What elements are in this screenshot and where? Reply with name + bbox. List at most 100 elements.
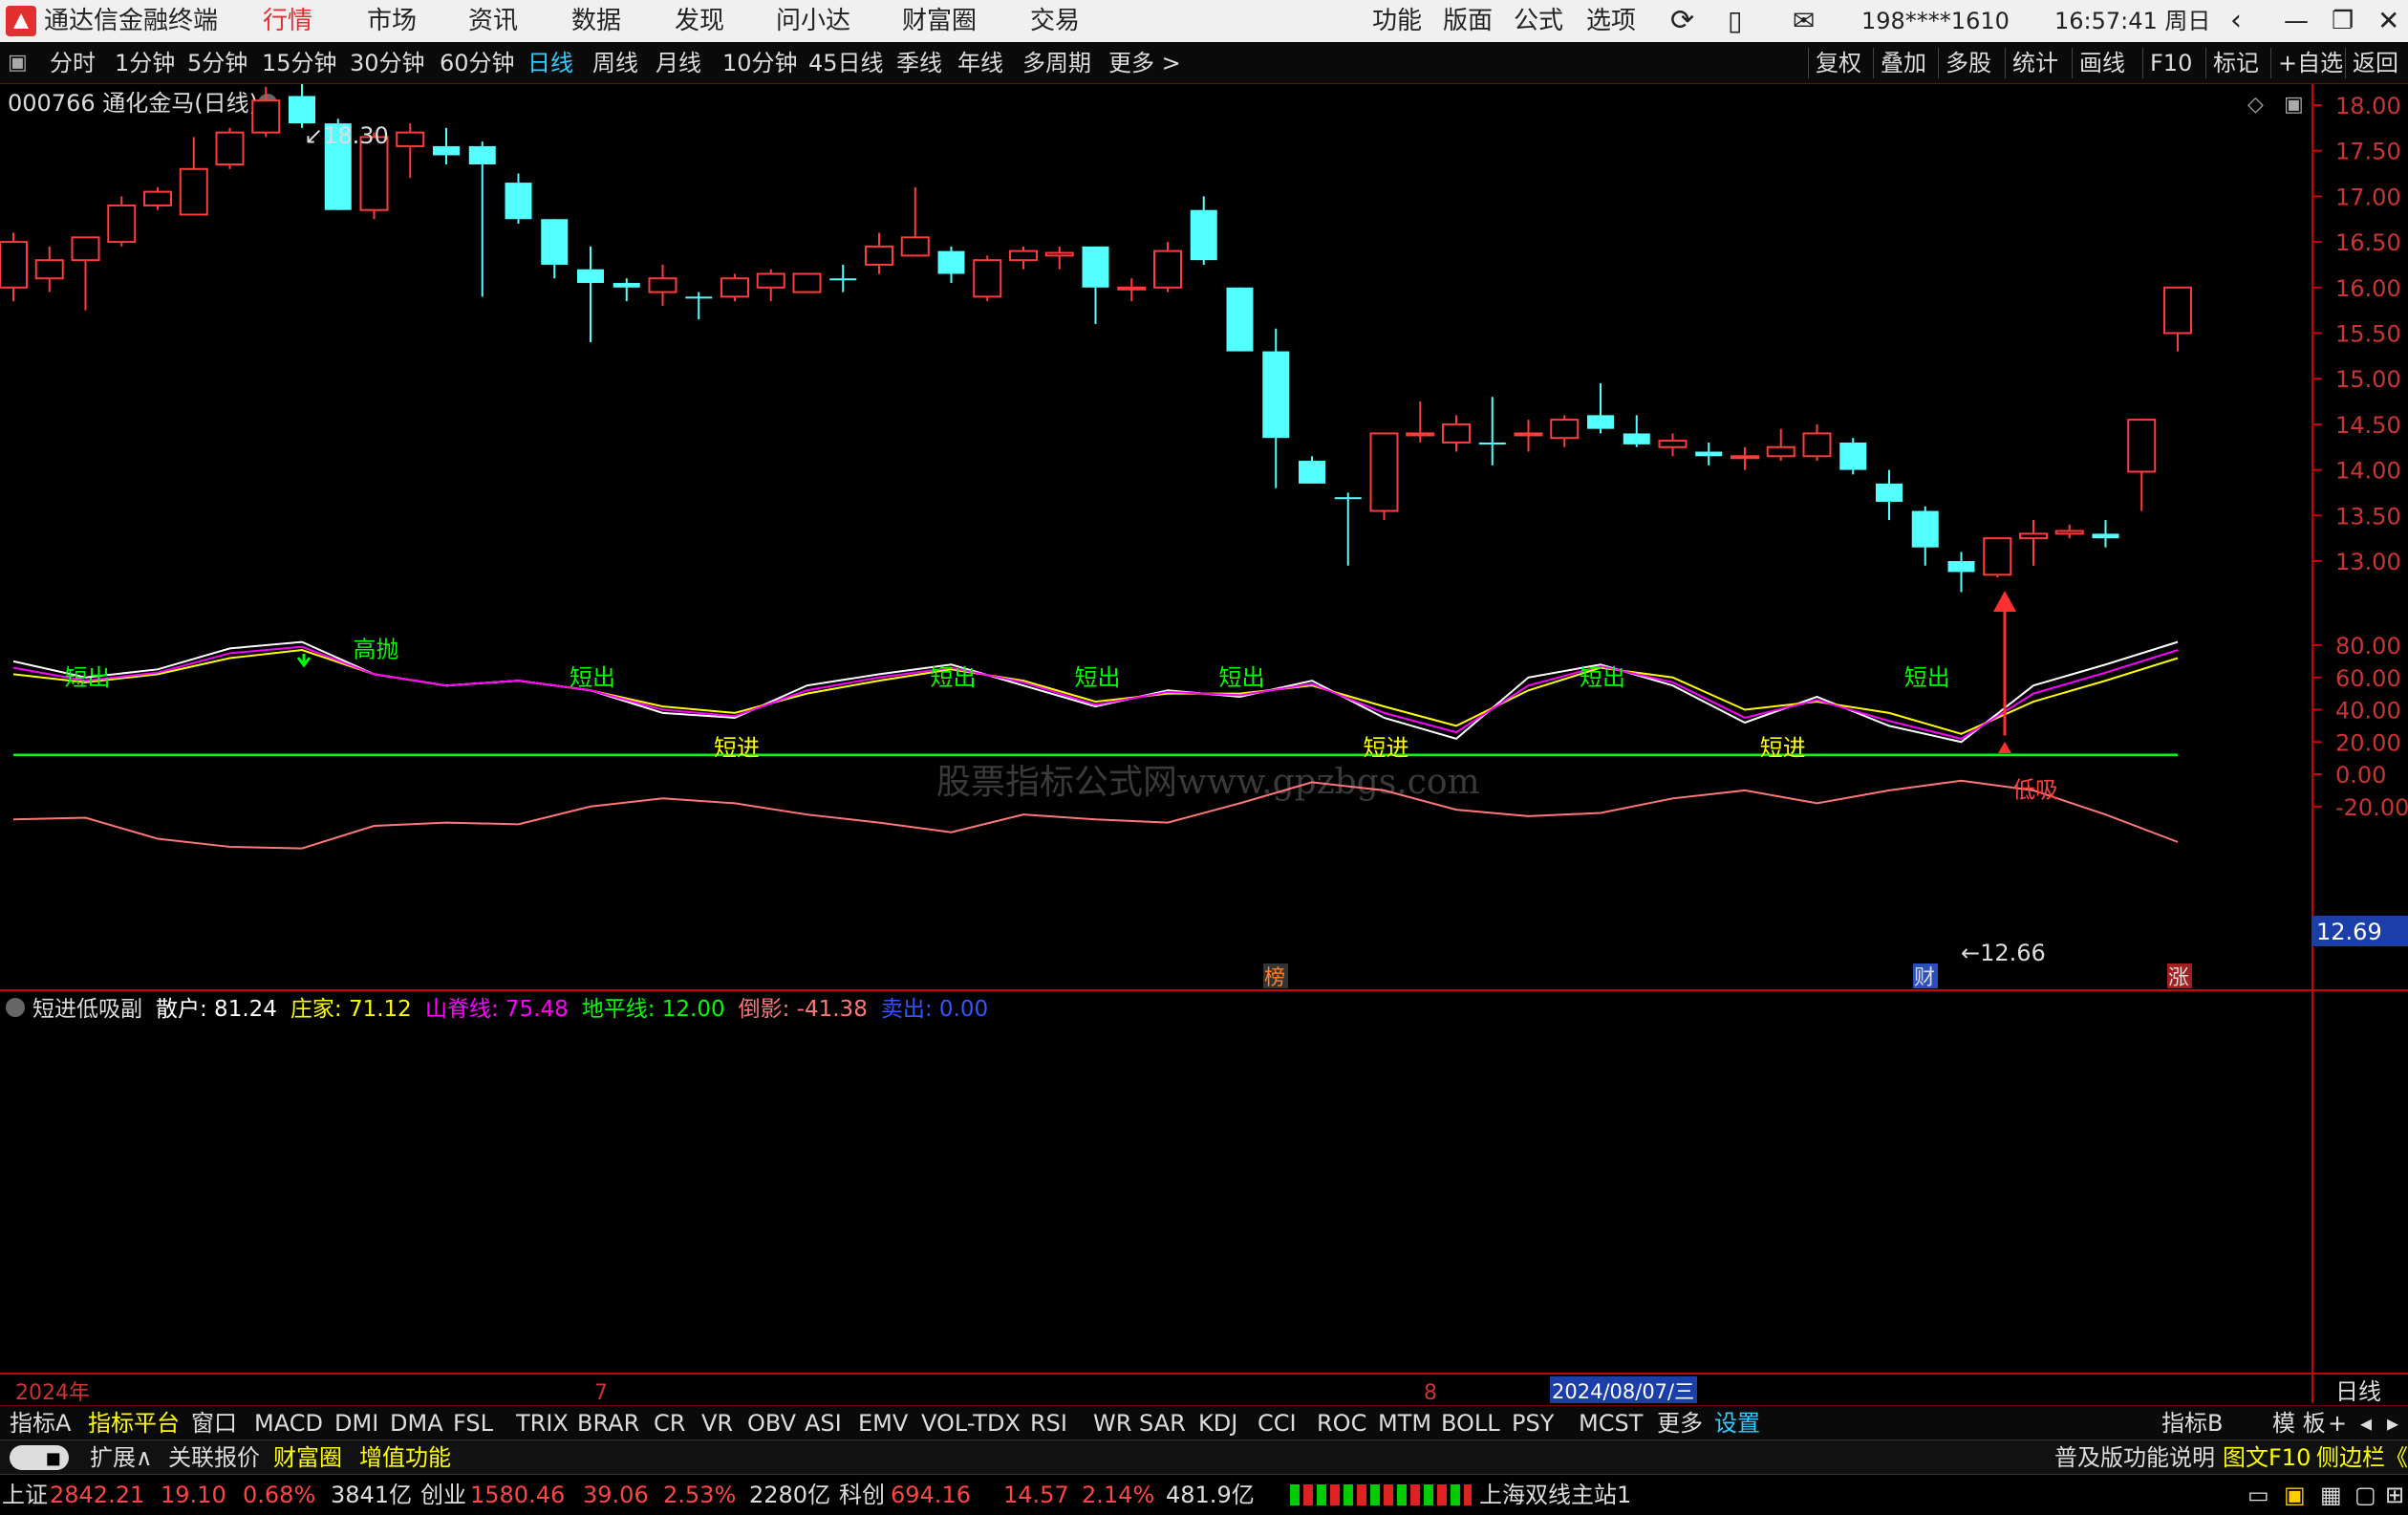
indicator-tab[interactable]: VOL-TDX	[921, 1406, 1021, 1440]
indicator-tab[interactable]: PSY	[1512, 1406, 1554, 1440]
period-tab[interactable]: 季线	[896, 42, 942, 84]
period-tab[interactable]: 分时	[50, 42, 96, 84]
indicator-tab[interactable]: OBV	[747, 1406, 796, 1440]
layout-square-icon[interactable]: ▣	[2284, 93, 2304, 117]
panel-toggle-icon[interactable]: ▣	[8, 42, 28, 84]
indicator-tab[interactable]: MACD	[254, 1406, 323, 1440]
minimize-icon[interactable]: —	[2284, 0, 2309, 42]
indicator-tab[interactable]: ROC	[1317, 1406, 1366, 1440]
nav-faxian[interactable]: 发现	[675, 0, 724, 42]
nav-jiaoyi[interactable]: 交易	[1030, 0, 1080, 42]
ext-f10[interactable]: 图文F10	[2223, 1440, 2311, 1475]
period-tab[interactable]: 45日线	[808, 42, 884, 84]
indicator-dropdown-icon[interactable]	[6, 998, 25, 1017]
toolbar-tool[interactable]: 叠加	[1881, 42, 1926, 84]
settings-icon[interactable]: ⊞	[2385, 1475, 2404, 1515]
marker-cai[interactable]: 财	[1914, 966, 1935, 990]
scroll-right-icon[interactable]: ▸	[2387, 1406, 2398, 1440]
indicator-tab[interactable]: MTM	[1378, 1406, 1431, 1440]
nav-wenxiaoda[interactable]: 问小达	[776, 0, 850, 42]
tile-icon[interactable]: ▦	[2320, 1475, 2342, 1515]
period-tab[interactable]: 15分钟	[262, 42, 337, 84]
indicator-tab[interactable]: 更多	[1657, 1406, 1703, 1440]
indicator-tab[interactable]: EMV	[858, 1406, 908, 1440]
indicator-tab[interactable]: 设置	[1714, 1406, 1760, 1440]
period-tab[interactable]: 1分钟	[115, 42, 175, 84]
close-icon[interactable]: ✕	[2377, 0, 2399, 42]
layout-diamond-icon[interactable]: ◇	[2247, 93, 2264, 117]
indicator-tab[interactable]: VR	[701, 1406, 733, 1440]
toolbar-tool[interactable]: 标记	[2213, 42, 2259, 84]
indicator-tab[interactable]: BRAR	[577, 1406, 639, 1440]
indicator-tab[interactable]: DMI	[334, 1406, 378, 1440]
toolbar-tool[interactable]: 统计	[2012, 42, 2058, 84]
nav-zixun[interactable]: 资讯	[468, 0, 518, 42]
restore-icon[interactable]: ❐	[2332, 0, 2354, 42]
indicator-tab[interactable]: RSI	[1030, 1406, 1067, 1440]
indicator-tab[interactable]: 指标平台	[88, 1406, 180, 1440]
toolbar-tool[interactable]: 复权	[1816, 42, 1861, 84]
period-tab[interactable]: 周线	[592, 42, 638, 84]
nav-hangqing[interactable]: 行情	[263, 0, 312, 42]
period-tab[interactable]: 30分钟	[350, 42, 425, 84]
alert-icon[interactable]: ▣	[2284, 1475, 2306, 1515]
indicator-tab[interactable]: ASI	[805, 1406, 842, 1440]
indicator-tab[interactable]: TRIX	[516, 1406, 569, 1440]
idx-kc-name[interactable]: 科创	[839, 1475, 885, 1515]
indicator-tab[interactable]: CR	[654, 1406, 685, 1440]
nav-caifuquan[interactable]: 财富圈	[902, 0, 977, 42]
window-mode-icon[interactable]: ▭	[2247, 1475, 2269, 1515]
back-icon[interactable]: ‹	[2230, 0, 2242, 42]
template-tab[interactable]: 模 板	[2272, 1406, 2326, 1440]
indicator-tab[interactable]: 窗口	[191, 1406, 237, 1440]
toggle-switch[interactable]: ◼	[10, 1445, 69, 1470]
menu-banmian[interactable]: 版面	[1443, 0, 1493, 42]
indicator-b-tab[interactable]: 指标B	[2161, 1406, 2223, 1440]
indicator-tab[interactable]: MCST	[1579, 1406, 1643, 1440]
add-window-icon[interactable]: +	[2328, 1406, 2347, 1440]
server-name[interactable]: 上海双线主站1	[1479, 1475, 1631, 1515]
ext-value-added[interactable]: 增值功能	[359, 1440, 451, 1475]
indicator-tab[interactable]: DMA	[390, 1406, 443, 1440]
period-tab[interactable]: 月线	[656, 42, 701, 84]
menu-gongshi[interactable]: 公式	[1514, 0, 1563, 42]
ext-sidebar[interactable]: 侧边栏《	[2316, 1440, 2408, 1475]
period-tab[interactable]: 10分钟	[722, 42, 798, 84]
indicator-tab[interactable]: 指标A	[10, 1406, 71, 1440]
ext-quotes[interactable]: 关联报价	[168, 1440, 260, 1475]
toolbar-tool[interactable]: +自选	[2278, 42, 2343, 84]
period-tab[interactable]: 更多 >	[1108, 42, 1181, 84]
idx-sh-name[interactable]: 上证	[2, 1475, 48, 1515]
indicator-tab[interactable]: CCI	[1258, 1406, 1297, 1440]
ext-expand[interactable]: 扩展∧	[90, 1440, 153, 1475]
nav-shuju[interactable]: 数据	[571, 0, 621, 42]
menu-gongneng[interactable]: 功能	[1372, 0, 1422, 42]
marker-zhang[interactable]: 涨	[2168, 966, 2189, 990]
period-tab[interactable]: 多周期	[1022, 42, 1091, 84]
indicator-tab[interactable]: FSL	[453, 1406, 493, 1440]
indicator-tab[interactable]: BOLL	[1441, 1406, 1500, 1440]
toolbar-tool[interactable]: 返回	[2353, 42, 2398, 84]
toolbar-tool[interactable]: 多股	[1946, 42, 1991, 84]
toolbar-tool[interactable]: F10	[2150, 42, 2192, 84]
mail-icon[interactable]: ✉	[1793, 0, 1815, 42]
period-tab[interactable]: 5分钟	[187, 42, 247, 84]
refresh-icon[interactable]: ⟳	[1670, 0, 1694, 42]
idx-cy-name[interactable]: 创业	[420, 1475, 466, 1515]
indicator-tab[interactable]: WR	[1093, 1406, 1131, 1440]
indicator-tab[interactable]: KDJ	[1198, 1406, 1237, 1440]
toolbar-tool[interactable]: 画线	[2079, 42, 2125, 84]
chart-area[interactable]: 000766 通化金马(日线) ◇ ▣ 股票指标公式网www.gpzbgs.co…	[0, 84, 2408, 1407]
marker-bang[interactable]: 榜	[1264, 966, 1285, 990]
period-tab[interactable]: 60分钟	[440, 42, 515, 84]
ext-edition-info[interactable]: 普及版功能说明	[2054, 1440, 2215, 1475]
period-tab[interactable]: 日线	[527, 42, 573, 84]
phone-icon[interactable]: ▯	[1728, 0, 1742, 42]
scroll-left-icon[interactable]: ◂	[2360, 1406, 2372, 1440]
screen-icon[interactable]: ▢	[2354, 1475, 2376, 1515]
period-tab[interactable]: 年线	[957, 42, 1003, 84]
account-name[interactable]: 198****1610	[1861, 0, 2010, 42]
menu-xuanxiang[interactable]: 选项	[1586, 0, 1636, 42]
indicator-tab[interactable]: SAR	[1139, 1406, 1186, 1440]
nav-shichang[interactable]: 市场	[367, 0, 417, 42]
